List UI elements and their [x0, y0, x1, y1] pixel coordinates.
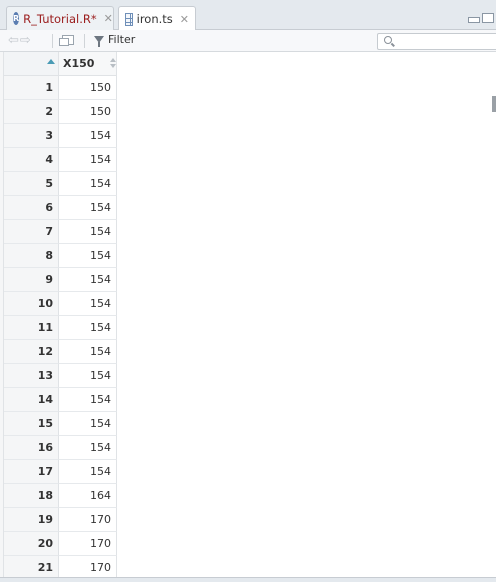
table-row: 17 154 — [4, 460, 117, 484]
value-cell[interactable]: 154 — [59, 340, 117, 364]
data-grid-icon — [125, 12, 133, 26]
row-index-cell: 3 — [4, 124, 59, 148]
data-grid: X150 1 150 2 150 3 154 4 154 5 154 6 154 7 154 8 154 9 15… — [0, 52, 496, 582]
popout-window-icon[interactable] — [59, 35, 74, 46]
history-nav: ⇦ ⇨ — [8, 34, 31, 47]
sort-ascending-icon — [47, 59, 55, 64]
value-cell[interactable]: 154 — [59, 196, 117, 220]
horizontal-scrollbar[interactable] — [0, 577, 496, 582]
filter-button[interactable]: Filter — [94, 33, 136, 47]
row-index-cell: 13 — [4, 364, 59, 388]
row-index-cell: 19 — [4, 508, 59, 532]
table-row: 19 170 — [4, 508, 117, 532]
funnel-icon — [94, 36, 104, 47]
filter-label: Filter — [108, 33, 136, 46]
value-cell[interactable]: 150 — [59, 100, 117, 124]
value-cell[interactable]: 170 — [59, 532, 117, 556]
forward-arrow-icon[interactable]: ⇨ — [20, 34, 31, 47]
table-row: 9 154 — [4, 268, 117, 292]
table-row: 2 150 — [4, 100, 117, 124]
scrollbar-thumb[interactable] — [492, 96, 496, 112]
row-index-cell: 18 — [4, 484, 59, 508]
close-icon[interactable]: ✕ — [180, 13, 189, 26]
table-row: 12 154 — [4, 340, 117, 364]
grid-body: 1 150 2 150 3 154 4 154 5 154 6 154 7 154 8 154 9 154 10 15… — [4, 76, 117, 580]
row-index-cell: 11 — [4, 316, 59, 340]
table-row: 10 154 — [4, 292, 117, 316]
table-row: 13 154 — [4, 364, 117, 388]
row-index-cell: 15 — [4, 412, 59, 436]
row-index-cell: 7 — [4, 220, 59, 244]
table-row: 11 154 — [4, 316, 117, 340]
table-row: 20 170 — [4, 532, 117, 556]
r-script-icon: R — [13, 12, 20, 25]
row-index-cell: 5 — [4, 172, 59, 196]
row-index-cell: 9 — [4, 268, 59, 292]
minimize-pane-icon[interactable] — [468, 17, 480, 23]
value-cell[interactable]: 154 — [59, 292, 117, 316]
row-index-cell: 6 — [4, 196, 59, 220]
toolbar-divider — [52, 34, 53, 48]
table-row: 6 154 — [4, 196, 117, 220]
row-index-cell: 10 — [4, 292, 59, 316]
back-arrow-icon[interactable]: ⇦ — [8, 34, 19, 47]
row-index-header[interactable] — [4, 52, 59, 76]
row-index-cell: 16 — [4, 436, 59, 460]
search-input[interactable] — [377, 33, 496, 50]
value-cell[interactable]: 154 — [59, 220, 117, 244]
vertical-scrollbar[interactable] — [490, 92, 496, 582]
tab-label: iron.ts — [136, 12, 173, 26]
tab-label: R_Tutorial.R* — [23, 11, 97, 26]
row-index-cell: 8 — [4, 244, 59, 268]
row-index-cell: 4 — [4, 148, 59, 172]
tab-iron-ts[interactable]: iron.ts ✕ — [118, 6, 196, 31]
value-cell[interactable]: 154 — [59, 412, 117, 436]
tab-r-tutorial[interactable]: R R_Tutorial.R* ✕ — [6, 6, 114, 30]
value-cell[interactable]: 154 — [59, 148, 117, 172]
value-cell[interactable]: 154 — [59, 364, 117, 388]
column-header-x150[interactable]: X150 — [59, 52, 117, 76]
value-cell[interactable]: 150 — [59, 76, 117, 100]
row-index-cell: 2 — [4, 100, 59, 124]
value-cell[interactable]: 154 — [59, 124, 117, 148]
table-row: 14 154 — [4, 388, 117, 412]
row-index-cell: 1 — [4, 76, 59, 100]
row-index-cell: 14 — [4, 388, 59, 412]
table-row: 5 154 — [4, 172, 117, 196]
value-cell[interactable]: 154 — [59, 460, 117, 484]
row-index-cell: 12 — [4, 340, 59, 364]
table-row: 1 150 — [4, 76, 117, 100]
value-cell[interactable]: 170 — [59, 508, 117, 532]
toolbar-divider — [84, 34, 85, 48]
value-cell[interactable]: 154 — [59, 316, 117, 340]
row-index-cell: 20 — [4, 532, 59, 556]
maximize-pane-icon[interactable] — [482, 13, 494, 23]
table-row: 18 164 — [4, 484, 117, 508]
value-cell[interactable]: 154 — [59, 436, 117, 460]
search-icon — [384, 36, 392, 44]
editor-tab-bar: R R_Tutorial.R* ✕ iron.ts ✕ — [0, 0, 496, 31]
table-row: 8 154 — [4, 244, 117, 268]
value-cell[interactable]: 164 — [59, 484, 117, 508]
value-cell[interactable]: 154 — [59, 244, 117, 268]
table-row: 15 154 — [4, 412, 117, 436]
pane-window-controls — [468, 13, 494, 23]
column-header-label: X150 — [63, 57, 95, 70]
data-viewer-toolbar: ⇦ ⇨ Filter — [0, 30, 496, 52]
grid-header-row: X150 — [4, 52, 117, 76]
value-cell[interactable]: 154 — [59, 388, 117, 412]
value-cell[interactable]: 154 — [59, 268, 117, 292]
row-index-cell: 17 — [4, 460, 59, 484]
table-row: 7 154 — [4, 220, 117, 244]
table-row: 3 154 — [4, 124, 117, 148]
table-row: 16 154 — [4, 436, 117, 460]
value-cell[interactable]: 154 — [59, 172, 117, 196]
table-row: 4 154 — [4, 148, 117, 172]
close-icon[interactable]: ✕ — [104, 12, 113, 25]
